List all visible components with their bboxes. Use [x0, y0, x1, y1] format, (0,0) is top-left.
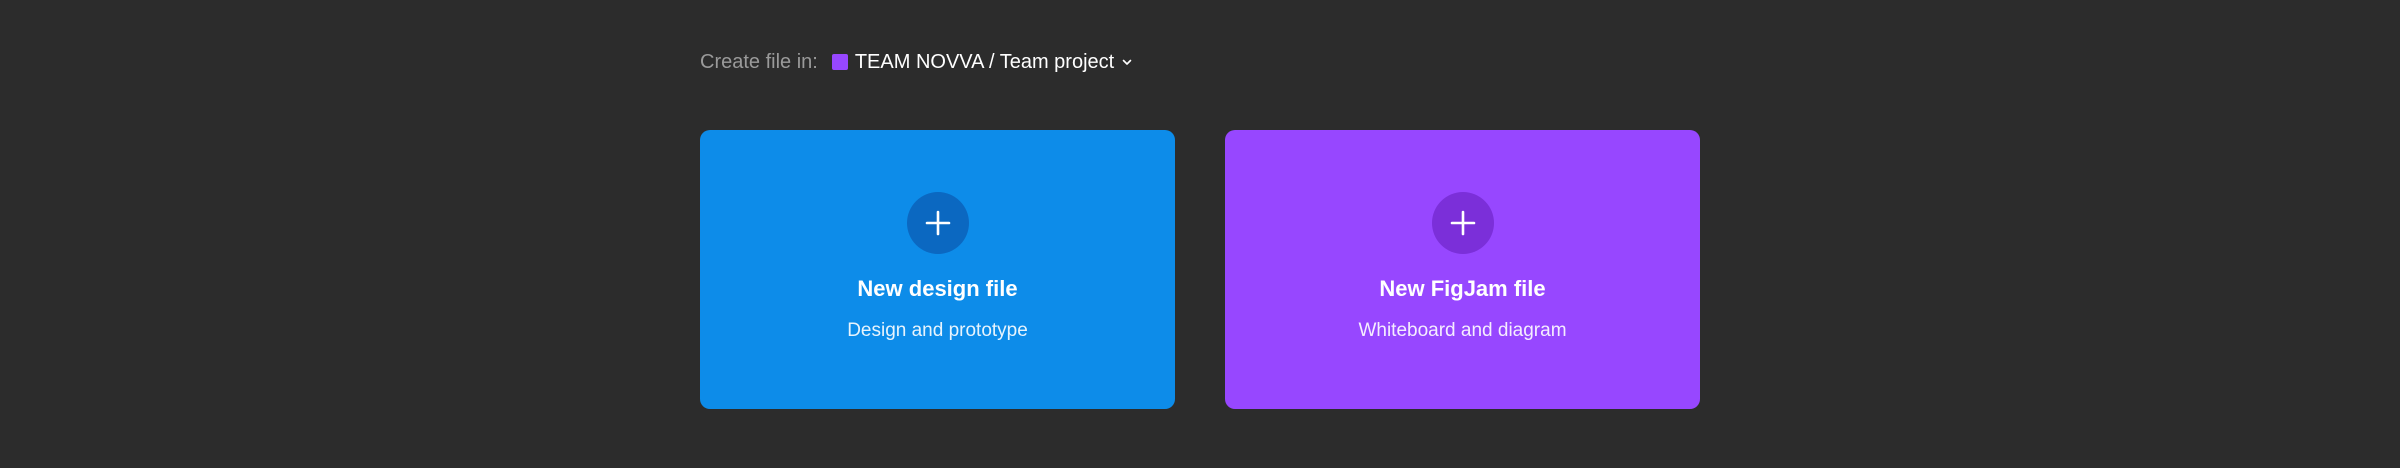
create-file-location-bar: Create file in: TEAM NOVVA / Team projec…: [700, 48, 1133, 76]
team-project-selector[interactable]: TEAM NOVVA / Team project: [831, 50, 1133, 74]
chevron-down-icon: [1121, 56, 1133, 68]
card-subtitle: Design and prototype: [847, 320, 1028, 341]
new-file-page: Create file in: TEAM NOVVA / Team projec…: [0, 0, 2400, 468]
new-design-file-card[interactable]: New design file Design and prototype: [700, 130, 1175, 409]
team-color-swatch: [831, 54, 848, 70]
create-file-label: Create file in:: [700, 50, 818, 73]
plus-icon: [1431, 192, 1494, 254]
card-subtitle: Whiteboard and diagram: [1358, 320, 1567, 341]
card-title: New FigJam file: [1379, 276, 1546, 301]
file-type-cards: New design file Design and prototype New…: [700, 130, 1700, 409]
plus-icon: [906, 192, 969, 254]
new-figjam-file-card[interactable]: New FigJam file Whiteboard and diagram: [1225, 130, 1700, 409]
card-title: New design file: [857, 276, 1018, 301]
team-project-name: TEAM NOVVA / Team project: [854, 50, 1115, 73]
